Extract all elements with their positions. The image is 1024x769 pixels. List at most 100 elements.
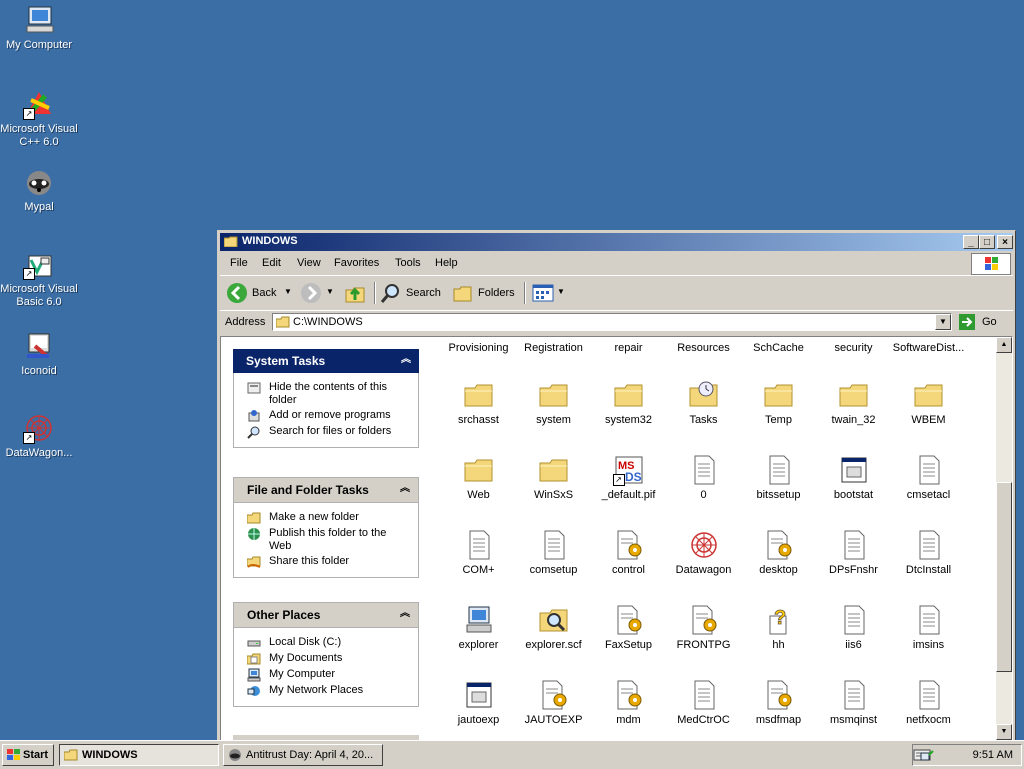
menu-tools[interactable]: Tools: [395, 257, 421, 269]
file-item[interactable]: desktop: [741, 529, 816, 576]
other-places-header[interactable]: Other Places ︽: [233, 602, 419, 628]
file-item[interactable]: system: [516, 379, 591, 426]
forward-button[interactable]: ▼: [300, 282, 334, 304]
file-item[interactable]: bootstat: [816, 454, 891, 501]
file-item[interactable]: explorer.scf: [516, 604, 591, 651]
place-my-computer[interactable]: My Computer: [234, 668, 418, 682]
file-item-label[interactable]: security: [816, 342, 891, 354]
file-item-label[interactable]: Provisioning: [441, 342, 516, 354]
desktop-icon-visual-basic[interactable]: ↗ Microsoft Visual Basic 6.0: [0, 248, 78, 309]
file-item-label[interactable]: Registration: [516, 342, 591, 354]
network-status-icon[interactable]: [919, 747, 935, 763]
collapse-chevron-icon[interactable]: ︽: [398, 607, 412, 621]
collapse-chevron-icon[interactable]: ︽: [398, 482, 412, 496]
file-item[interactable]: control: [591, 529, 666, 576]
desktop-icon-visual-cpp[interactable]: ↗ Microsoft Visual C++ 6.0: [0, 88, 78, 149]
minimize-button[interactable]: _: [963, 235, 979, 249]
address-input[interactable]: C:\WINDOWS ▼: [272, 313, 952, 331]
close-button[interactable]: ×: [997, 235, 1013, 249]
desktop-icon-iconoid[interactable]: Iconoid: [0, 330, 78, 378]
go-button[interactable]: Go: [958, 313, 1008, 331]
file-item-label[interactable]: SoftwareDist...: [891, 342, 966, 354]
desktop-icon-datawagon[interactable]: ↗ DataWagon...: [0, 412, 78, 460]
vertical-scrollbar[interactable]: ▲ ▼: [996, 337, 1012, 740]
file-item[interactable]: Datawagon: [666, 529, 741, 576]
taskbar-item-antitrust[interactable]: Antitrust Day: April 4, 20...: [223, 744, 383, 766]
file-item[interactable]: WBEM: [891, 379, 966, 426]
place-local-disk[interactable]: Local Disk (C:): [234, 636, 418, 650]
folders-button[interactable]: Folders: [452, 282, 518, 304]
menu-help[interactable]: Help: [435, 257, 458, 269]
maximize-button[interactable]: □: [979, 235, 995, 249]
file-item[interactable]: twain_32: [816, 379, 891, 426]
file-folder-tasks-header[interactable]: File and Folder Tasks ︽: [233, 477, 419, 503]
system-tasks-header[interactable]: System Tasks ︽: [233, 349, 419, 373]
collapse-chevron-icon[interactable]: ︽: [399, 353, 413, 367]
executable-icon: [841, 457, 866, 483]
file-item[interactable]: bitssetup: [741, 454, 816, 501]
file-item[interactable]: imsins: [891, 604, 966, 651]
file-item[interactable]: Temp: [741, 379, 816, 426]
file-item[interactable]: msdfmap: [741, 679, 816, 726]
desktop-icon-my-computer[interactable]: My Computer: [0, 4, 78, 52]
scroll-up-button[interactable]: ▲: [996, 337, 1012, 353]
file-item[interactable]: ? hh: [741, 604, 816, 651]
menu-edit[interactable]: Edit: [262, 257, 281, 269]
task-add-remove-programs[interactable]: Add or remove programs: [234, 409, 418, 423]
file-item[interactable]: jautoexp: [441, 679, 516, 726]
file-item[interactable]: Web: [441, 454, 516, 501]
place-my-network-places[interactable]: My Network Places: [234, 684, 418, 698]
task-search-files[interactable]: Search for files or folders: [234, 425, 418, 439]
back-arrow-icon: [227, 283, 247, 303]
forward-dropdown-icon[interactable]: ▼: [326, 287, 334, 296]
address-dropdown-button[interactable]: ▼: [935, 314, 951, 330]
back-dropdown-icon[interactable]: ▼: [284, 287, 292, 296]
up-button[interactable]: [344, 282, 366, 304]
place-my-documents[interactable]: My Documents: [234, 652, 418, 666]
file-item[interactable]: iis6: [816, 604, 891, 651]
file-item[interactable]: DPsFnshr: [816, 529, 891, 576]
file-item[interactable]: cmsetacl: [891, 454, 966, 501]
title-bar[interactable]: WINDOWS _ □ ×: [220, 233, 1013, 251]
task-hide-contents[interactable]: Hide the contents of this folder: [234, 381, 418, 407]
file-item[interactable]: WinSxS: [516, 454, 591, 501]
file-item[interactable]: msmqinst: [816, 679, 891, 726]
file-item[interactable]: 0: [666, 454, 741, 501]
start-button[interactable]: Start: [2, 744, 54, 766]
toolbar-separator: [374, 282, 376, 304]
file-item-label[interactable]: repair: [591, 342, 666, 354]
shortcut-arrow-icon: ↗: [612, 474, 625, 486]
file-item-label[interactable]: Resources: [666, 342, 741, 354]
file-item[interactable]: JAUTOEXP: [516, 679, 591, 726]
text-file-icon: [844, 680, 864, 710]
menu-view[interactable]: View: [297, 257, 321, 269]
file-item[interactable]: COM+: [441, 529, 516, 576]
windows-flag-icon: [7, 749, 20, 760]
search-button[interactable]: Search: [380, 282, 444, 304]
file-item[interactable]: MS DS ↗ _default.pif: [591, 454, 666, 501]
file-item[interactable]: FRONTPG: [666, 604, 741, 651]
file-item-label[interactable]: SchCache: [741, 342, 816, 354]
file-item[interactable]: Tasks: [666, 379, 741, 426]
scroll-down-button[interactable]: ▼: [996, 724, 1012, 740]
menu-favorites[interactable]: Favorites: [334, 257, 379, 269]
back-button[interactable]: Back ▼: [226, 282, 294, 304]
file-item[interactable]: DtcInstall: [891, 529, 966, 576]
menu-file[interactable]: File: [230, 257, 248, 269]
desktop-icon-mypal[interactable]: Mypal: [0, 166, 78, 214]
views-button[interactable]: ▼: [532, 282, 568, 304]
file-item[interactable]: MedCtrOC: [666, 679, 741, 726]
taskbar-item-windows[interactable]: WINDOWS: [59, 744, 219, 766]
task-share-folder[interactable]: Share this folder: [234, 555, 418, 569]
file-item[interactable]: comsetup: [516, 529, 591, 576]
file-item[interactable]: srchasst: [441, 379, 516, 426]
task-new-folder[interactable]: Make a new folder: [234, 511, 418, 525]
task-publish-web[interactable]: Publish this folder to the Web: [234, 527, 418, 553]
clock[interactable]: 9:51 AM: [973, 749, 1013, 761]
file-item[interactable]: mdm: [591, 679, 666, 726]
file-item[interactable]: system32: [591, 379, 666, 426]
file-item[interactable]: netfxocm: [891, 679, 966, 726]
file-item[interactable]: FaxSetup: [591, 604, 666, 651]
file-item[interactable]: explorer: [441, 604, 516, 651]
scrollbar-thumb[interactable]: [996, 482, 1012, 672]
